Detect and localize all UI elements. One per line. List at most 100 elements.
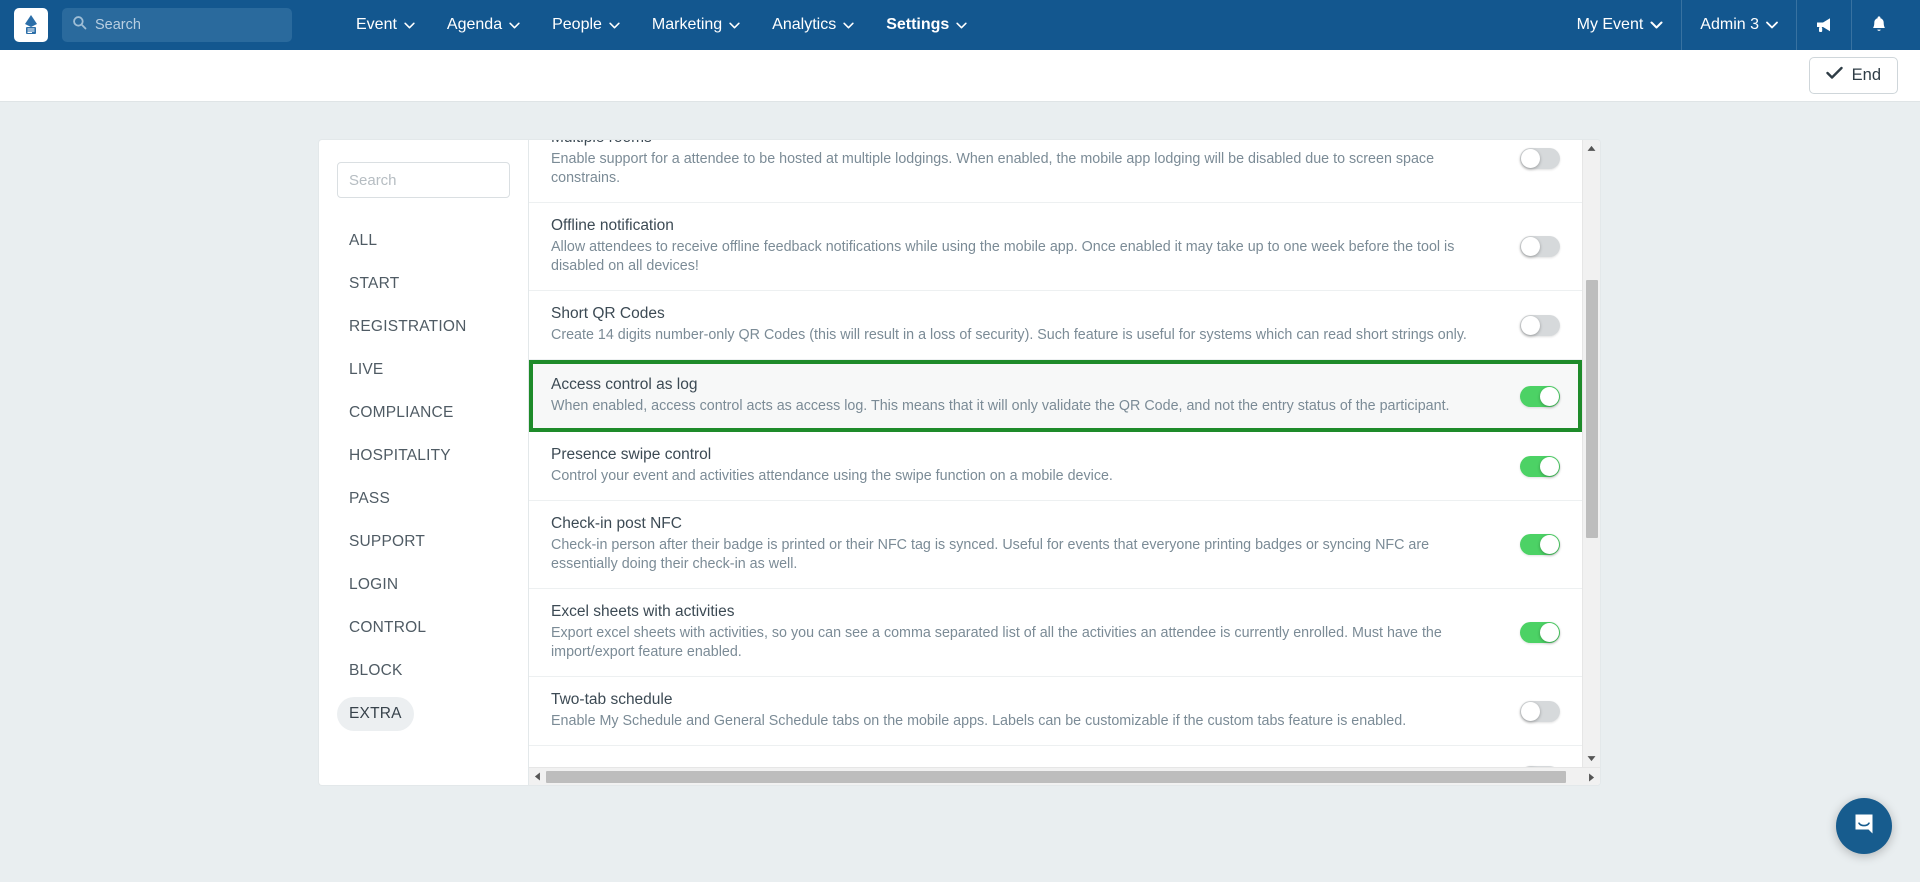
sidebar-item-compliance[interactable]: COMPLIANCE bbox=[337, 396, 466, 430]
setting-text: Offline notification Allow attendees to … bbox=[551, 217, 1520, 276]
setting-row-access-control-as-log[interactable]: Access control as log When enabled, acce… bbox=[529, 360, 1582, 432]
nav-item-event[interactable]: Event bbox=[340, 0, 431, 50]
setting-toggle-check-in-post-nfc[interactable] bbox=[1520, 534, 1560, 555]
setting-text: Check-in post NFC Check-in person after … bbox=[551, 515, 1520, 574]
setting-toggle-presence-swipe-control[interactable] bbox=[1520, 455, 1560, 477]
end-button-label: End bbox=[1851, 66, 1881, 84]
nav-item-analytics[interactable]: Analytics bbox=[756, 0, 870, 50]
setting-row-excel-sheets-with-activities[interactable]: Excel sheets with activities Export exce… bbox=[529, 589, 1582, 677]
megaphone-icon[interactable] bbox=[1797, 0, 1851, 50]
toggle-knob bbox=[1521, 315, 1540, 335]
sidebar-item-login[interactable]: LOGIN bbox=[337, 568, 410, 602]
search-icon bbox=[72, 15, 87, 35]
top-navigation-bar: Event Agenda People Marketing Analytics bbox=[0, 0, 1920, 50]
scroll-left-arrow-icon[interactable] bbox=[529, 772, 546, 781]
setting-row-check-in-post-nfc[interactable]: Check-in post NFC Check-in person after … bbox=[529, 501, 1582, 589]
nav-item-agenda[interactable]: Agenda bbox=[431, 0, 536, 50]
setting-toggle-two-tab-schedule[interactable] bbox=[1520, 700, 1560, 722]
check-icon bbox=[1825, 66, 1843, 85]
nav-label-agenda: Agenda bbox=[446, 16, 503, 33]
sidebar-item-start[interactable]: START bbox=[337, 267, 411, 301]
chevron-down-icon bbox=[729, 16, 740, 34]
chevron-down-icon bbox=[404, 16, 415, 34]
setting-title: Offline notification bbox=[551, 217, 674, 234]
scroll-up-arrow-icon[interactable] bbox=[1583, 140, 1600, 157]
main-menu: Event Agenda People Marketing Analytics bbox=[340, 0, 983, 50]
setting-toggle-access-control-as-log[interactable] bbox=[1520, 385, 1560, 407]
setting-description: Control your event and activities attend… bbox=[551, 468, 1113, 484]
sidebar-item-support[interactable]: SUPPORT bbox=[337, 525, 437, 559]
setting-toggle-short-qr-codes[interactable] bbox=[1520, 314, 1560, 336]
setting-text: Multiple rooms Enable support for a atte… bbox=[551, 140, 1520, 188]
chevron-down-icon bbox=[509, 16, 520, 34]
setting-text: Presence swipe control Control your even… bbox=[551, 446, 1520, 486]
setting-row-two-tab-schedule[interactable]: Two-tab schedule Enable My Schedule and … bbox=[529, 677, 1582, 746]
nav-right-cluster: My Event Admin 3 bbox=[1559, 0, 1906, 50]
setting-description: Allow attendees to receive offline feedb… bbox=[551, 239, 1455, 274]
setting-toggle-excel-sheets-with-activities[interactable] bbox=[1520, 622, 1560, 643]
setting-title: Two-tab schedule bbox=[551, 691, 673, 708]
event-switcher-label: My Event bbox=[1576, 16, 1644, 33]
horizontal-scrollbar[interactable] bbox=[529, 767, 1600, 785]
nav-label-marketing: Marketing bbox=[651, 16, 723, 33]
sidebar-item-all[interactable]: ALL bbox=[337, 224, 389, 258]
horizontal-scrollbar-thumb[interactable] bbox=[546, 771, 1566, 783]
setting-toggle-offline-notification[interactable] bbox=[1520, 236, 1560, 257]
scroll-right-arrow-icon[interactable] bbox=[1583, 768, 1600, 785]
account-menu[interactable]: Admin 3 bbox=[1682, 0, 1796, 50]
setting-description: Export excel sheets with activities, so … bbox=[551, 625, 1442, 660]
account-menu-label: Admin 3 bbox=[1700, 16, 1759, 33]
chat-launcher-button[interactable] bbox=[1836, 798, 1892, 854]
setting-title: Check-in post NFC bbox=[551, 515, 682, 532]
inevent-logo[interactable] bbox=[14, 8, 48, 42]
toggle-knob bbox=[1540, 623, 1559, 642]
chevron-down-icon bbox=[1650, 16, 1663, 34]
chevron-down-icon bbox=[609, 16, 620, 34]
settings-layout: ALL START REGISTRATION LIVE COMPLIANCE H… bbox=[318, 139, 1601, 786]
sidebar-category-list: ALL START REGISTRATION LIVE COMPLIANCE H… bbox=[337, 224, 510, 740]
sidebar-item-hospitality[interactable]: HOSPITALITY bbox=[337, 439, 463, 473]
nav-label-analytics: Analytics bbox=[772, 16, 837, 33]
global-search[interactable] bbox=[62, 8, 292, 42]
setting-row-offline-notification[interactable]: Offline notification Allow attendees to … bbox=[529, 203, 1582, 291]
sidebar-search-input[interactable] bbox=[337, 162, 510, 198]
bell-icon[interactable] bbox=[1852, 0, 1906, 50]
setting-row-presence-swipe-control[interactable]: Presence swipe control Control your even… bbox=[529, 432, 1582, 501]
toggle-knob bbox=[1521, 237, 1540, 256]
setting-row-navigation-mode-selector[interactable]: Navigation Mode Selector bbox=[529, 746, 1582, 767]
scroll-down-arrow-icon[interactable] bbox=[1583, 750, 1600, 767]
nav-item-marketing[interactable]: Marketing bbox=[636, 0, 756, 50]
setting-text: Two-tab schedule Enable My Schedule and … bbox=[551, 691, 1520, 731]
setting-title: Access control as log bbox=[551, 376, 698, 393]
nav-item-people[interactable]: People bbox=[536, 0, 636, 50]
setting-text: Excel sheets with activities Export exce… bbox=[551, 603, 1520, 662]
sidebar-item-live[interactable]: LIVE bbox=[337, 353, 395, 387]
setting-row-multiple-rooms[interactable]: Multiple rooms Enable support for a atte… bbox=[529, 140, 1582, 203]
chevron-down-icon bbox=[1766, 16, 1778, 34]
sidebar-item-block[interactable]: BLOCK bbox=[337, 654, 415, 688]
setting-row-short-qr-codes[interactable]: Short QR Codes Create 14 digits number-o… bbox=[529, 291, 1582, 360]
search-input[interactable] bbox=[95, 17, 282, 33]
page-body: ALL START REGISTRATION LIVE COMPLIANCE H… bbox=[0, 102, 1920, 882]
chat-bubble-icon bbox=[1851, 811, 1877, 842]
vertical-scrollbar-thumb[interactable] bbox=[1586, 280, 1598, 538]
setting-description: Create 14 digits number-only QR Codes (t… bbox=[551, 327, 1467, 343]
setting-toggle-multiple-rooms[interactable] bbox=[1520, 148, 1560, 169]
sidebar-item-registration[interactable]: REGISTRATION bbox=[337, 310, 479, 344]
setting-text: Short QR Codes Create 14 digits number-o… bbox=[551, 305, 1520, 345]
settings-rows-viewport: Multiple rooms Enable support for a atte… bbox=[529, 140, 1582, 767]
setting-description: Enable My Schedule and General Schedule … bbox=[551, 713, 1407, 729]
nav-label-settings: Settings bbox=[886, 16, 950, 33]
toggle-knob bbox=[1540, 386, 1559, 406]
nav-item-settings[interactable]: Settings bbox=[870, 0, 983, 50]
nav-label-event: Event bbox=[356, 16, 397, 33]
settings-panel: Multiple rooms Enable support for a atte… bbox=[528, 139, 1601, 786]
event-switcher[interactable]: My Event bbox=[1559, 0, 1682, 50]
setting-text: Access control as log When enabled, acce… bbox=[551, 376, 1520, 416]
end-button[interactable]: End bbox=[1808, 57, 1898, 94]
sidebar-item-extra[interactable]: EXTRA bbox=[337, 697, 414, 731]
sidebar-item-pass[interactable]: PASS bbox=[337, 482, 402, 516]
vertical-scrollbar[interactable] bbox=[1582, 140, 1600, 767]
sidebar-item-control[interactable]: CONTROL bbox=[337, 611, 438, 645]
setting-title: Short QR Codes bbox=[551, 305, 665, 322]
